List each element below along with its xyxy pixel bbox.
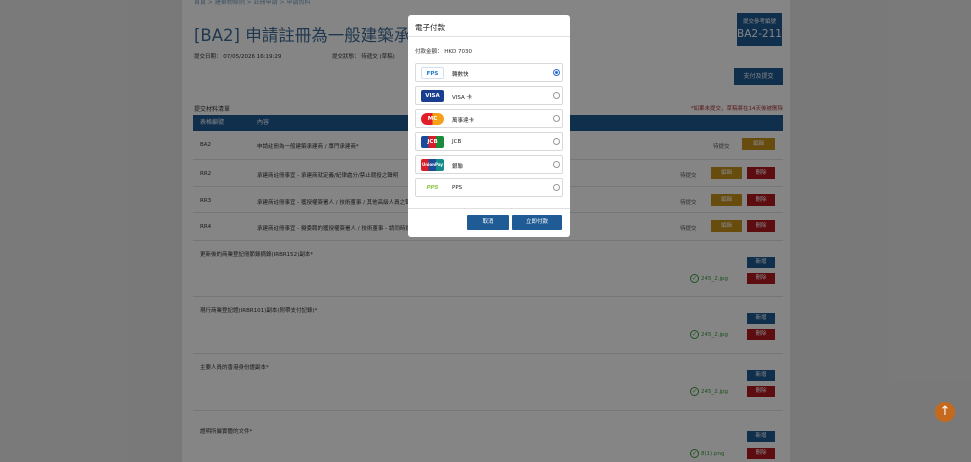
payment-option-mastercard[interactable]: MC 萬事達卡 bbox=[415, 109, 563, 128]
option-label: 銀聯 bbox=[452, 164, 464, 170]
cancel-button[interactable]: 取消 bbox=[467, 215, 509, 230]
radio-selected[interactable] bbox=[553, 69, 560, 76]
payment-dialog: 電子付款 付款金額： HKD 7030 FPS 轉數快 VISA VISA 卡 … bbox=[408, 15, 570, 237]
dialog-title: 電子付款 bbox=[415, 23, 445, 32]
radio-unselected[interactable] bbox=[553, 161, 560, 168]
option-label: 轉數快 bbox=[452, 72, 469, 78]
payment-option-fps[interactable]: FPS 轉數快 bbox=[415, 63, 563, 82]
jcb-icon: JCB bbox=[421, 136, 444, 148]
radio-unselected[interactable] bbox=[553, 92, 560, 99]
payment-option-pps[interactable]: PPS PPS bbox=[415, 178, 563, 197]
option-label: JCB bbox=[452, 139, 462, 145]
visa-icon: VISA bbox=[421, 90, 444, 102]
scroll-to-top-icon[interactable]: ↑ bbox=[935, 402, 955, 422]
mastercard-icon: MC bbox=[421, 113, 444, 125]
radio-unselected[interactable] bbox=[553, 184, 560, 191]
radio-unselected[interactable] bbox=[553, 138, 560, 145]
option-label: VISA 卡 bbox=[452, 95, 472, 101]
radio-unselected[interactable] bbox=[553, 115, 560, 122]
payment-option-visa[interactable]: VISA VISA 卡 bbox=[415, 86, 563, 105]
option-label: PPS bbox=[452, 185, 463, 191]
divider bbox=[408, 36, 570, 37]
fps-icon: FPS bbox=[421, 67, 444, 79]
pps-icon: PPS bbox=[421, 182, 444, 194]
unionpay-icon: UnionPay bbox=[421, 159, 444, 171]
option-label: 萬事達卡 bbox=[452, 118, 475, 124]
payment-option-unionpay[interactable]: UnionPay 銀聯 bbox=[415, 155, 563, 174]
divider bbox=[408, 208, 570, 209]
pay-now-button[interactable]: 立即付款 bbox=[512, 215, 562, 230]
payment-option-jcb[interactable]: JCB JCB bbox=[415, 132, 563, 151]
payment-amount: 付款金額： HKD 7030 bbox=[415, 49, 472, 55]
